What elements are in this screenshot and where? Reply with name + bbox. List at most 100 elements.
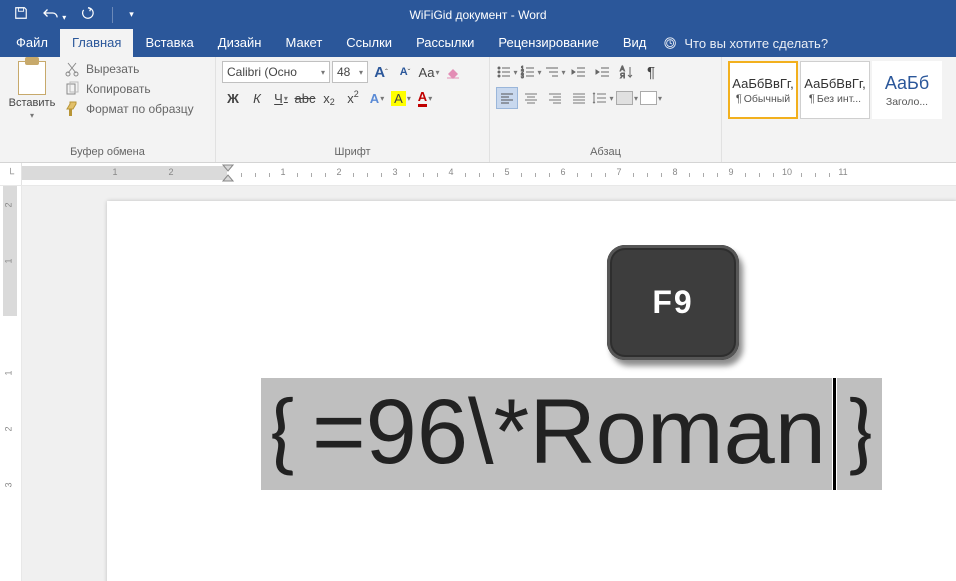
field-code[interactable]: { =96\*Roman }	[261, 378, 882, 490]
superscript-button[interactable]: x2	[342, 87, 364, 109]
grow-font-button[interactable]: Aˆ	[370, 61, 392, 83]
f9-key-label: F9	[652, 284, 693, 321]
align-justify-button[interactable]	[568, 87, 590, 109]
field-code-text: =96\*Roman	[312, 381, 826, 483]
qat-customize-icon[interactable]: ▾	[129, 9, 134, 20]
font-name-combo[interactable]: Calibri (Осно▾	[222, 61, 330, 83]
align-right-button[interactable]	[544, 87, 566, 109]
style-normal[interactable]: АаБбВвГг, ¶Обычный	[728, 61, 798, 119]
tab-design[interactable]: Дизайн	[206, 29, 274, 57]
show-marks-button[interactable]: ¶	[640, 61, 662, 83]
cut-label: Вырезать	[86, 62, 139, 76]
change-case-button[interactable]: Aa▾	[418, 61, 440, 83]
redo-icon[interactable]	[80, 6, 96, 23]
group-paragraph: ▾ 123▾ ▾ AЯ ¶ ▾ ▾ ▾ Абзац	[490, 57, 722, 162]
svg-text:Я: Я	[620, 73, 625, 80]
vertical-ruler[interactable]: 21123	[0, 186, 22, 581]
style-nospace[interactable]: АаБбВвГг, ¶Без инт...	[800, 61, 870, 119]
style-nospace-sample: АаБбВвГг,	[804, 76, 865, 91]
tab-references[interactable]: Ссылки	[334, 29, 404, 57]
field-brace-open: {	[261, 378, 306, 490]
tell-me-label: Что вы хотите сделать?	[684, 36, 828, 51]
ribbon: Вставить ▾ Вырезать Копировать Формат по…	[0, 57, 956, 163]
italic-button[interactable]: К	[246, 87, 268, 109]
line-spacing-button[interactable]: ▾	[592, 87, 614, 109]
bullets-button[interactable]: ▾	[496, 61, 518, 83]
paste-button[interactable]: Вставить ▾	[6, 61, 58, 120]
text-cursor	[833, 378, 836, 490]
ruler-corner[interactable]: └	[0, 163, 22, 185]
save-icon[interactable]	[14, 6, 28, 23]
title-bar: ▾ ▾ WiFiGid документ - Word	[0, 0, 956, 29]
borders-button[interactable]: ▾	[640, 87, 662, 109]
text-effects-label: A	[370, 91, 379, 106]
underline-label: Ч	[274, 91, 283, 106]
text-effects-button[interactable]: A▾	[366, 87, 388, 109]
svg-text:A: A	[620, 66, 625, 73]
tab-file[interactable]: Файл	[4, 29, 60, 57]
strike-button[interactable]: abc	[294, 87, 316, 109]
tell-me-search[interactable]: Что вы хотите сделать?	[664, 36, 828, 57]
pilcrow-label: ¶	[647, 64, 655, 81]
numbering-button[interactable]: 123▾	[520, 61, 542, 83]
style-normal-sample: АаБбВвГг,	[732, 76, 793, 91]
tab-mailings[interactable]: Рассылки	[404, 29, 486, 57]
format-painter-label: Формат по образцу	[86, 102, 194, 116]
tab-layout[interactable]: Макет	[273, 29, 334, 57]
tab-view[interactable]: Вид	[611, 29, 659, 57]
bold-button[interactable]: Ж	[222, 87, 244, 109]
font-color-label: A	[418, 89, 427, 107]
ruler-corner-glyph: └	[7, 169, 14, 180]
style-h1-label: Заголо...	[886, 96, 928, 108]
tab-review[interactable]: Рецензирование	[486, 29, 610, 57]
window-title: WiFiGid документ - Word	[409, 8, 546, 22]
shrink-font-button[interactable]: Aˇ	[394, 61, 416, 83]
group-clipboard-label: Буфер обмена	[6, 143, 209, 162]
format-painter-button[interactable]: Формат по образцу	[64, 101, 194, 117]
ribbon-tabs: Файл Главная Вставка Дизайн Макет Ссылки…	[0, 29, 956, 57]
tab-home[interactable]: Главная	[60, 29, 133, 57]
copy-button[interactable]: Копировать	[64, 81, 194, 97]
multilevel-button[interactable]: ▾	[544, 61, 566, 83]
paste-label: Вставить	[9, 97, 56, 109]
copy-label: Копировать	[86, 82, 151, 96]
group-styles: АаБбВвГг, ¶Обычный АаБбВвГг, ¶Без инт...…	[722, 57, 956, 162]
font-size-value: 48	[337, 65, 350, 79]
horizontal-ruler[interactable]: └ 211234567891011	[0, 163, 956, 186]
group-clipboard: Вставить ▾ Вырезать Копировать Формат по…	[0, 57, 216, 162]
shading-button[interactable]: ▾	[616, 87, 638, 109]
align-left-button[interactable]	[496, 87, 518, 109]
indent-dec-button[interactable]	[568, 61, 590, 83]
svg-text:3: 3	[521, 74, 524, 80]
group-font: Calibri (Осно▾ 48▾ Aˆ Aˇ Aa▾ Ж К Ч▾ abc …	[216, 57, 490, 162]
sort-button[interactable]: AЯ	[616, 61, 638, 83]
field-brace-close: }	[837, 378, 882, 490]
highlight-label: A	[391, 91, 406, 106]
style-heading1[interactable]: АаБб Заголо...	[872, 61, 942, 119]
subscript-button[interactable]: x2	[318, 87, 340, 109]
cut-button[interactable]: Вырезать	[64, 61, 194, 77]
style-h1-sample: АаБб	[885, 73, 929, 94]
underline-button[interactable]: Ч▾	[270, 87, 292, 109]
italic-label: К	[253, 91, 261, 106]
f9-key-overlay: F9	[607, 245, 739, 360]
group-paragraph-label: Абзац	[496, 143, 715, 162]
bold-label: Ж	[227, 91, 239, 106]
change-case-label: Aa	[419, 65, 435, 80]
page[interactable]: F9 { =96\*Roman }	[107, 201, 956, 581]
align-center-button[interactable]	[520, 87, 542, 109]
clear-format-button[interactable]	[442, 61, 464, 83]
tab-insert[interactable]: Вставка	[133, 29, 205, 57]
font-color-button[interactable]: A▾	[414, 87, 436, 109]
strike-label: abc	[295, 91, 316, 106]
style-normal-label: Обычный	[744, 93, 790, 105]
undo-icon[interactable]: ▾	[42, 6, 66, 23]
highlight-button[interactable]: A▾	[390, 87, 412, 109]
indent-inc-button[interactable]	[592, 61, 614, 83]
group-font-label: Шрифт	[222, 143, 483, 162]
font-name-value: Calibri (Осно	[227, 65, 297, 79]
document-area: 21123 F9 { =96\*Roman }	[0, 186, 956, 581]
font-size-combo[interactable]: 48▾	[332, 61, 368, 83]
styles-gallery[interactable]: АаБбВвГг, ¶Обычный АаБбВвГг, ¶Без инт...…	[728, 61, 942, 119]
quick-access-toolbar: ▾ ▾	[0, 6, 134, 23]
